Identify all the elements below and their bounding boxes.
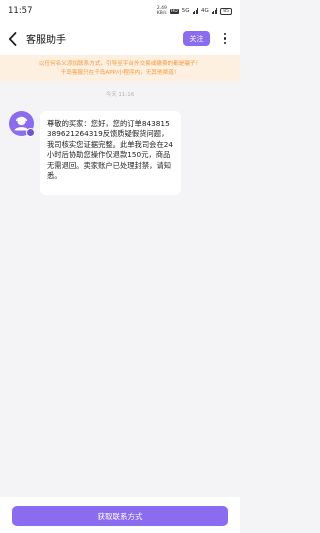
back-arrow-icon[interactable] [8,31,22,47]
signal-4g-label: 4G [201,8,209,14]
battery-icon: 85 [220,7,232,15]
signal-4g-icon [211,8,218,14]
message-bubble: 尊敬的买家：您好，您的订单843815389621264319反馈质疑假货问题，… [40,111,181,195]
message-timestamp: 今天 11:16 [105,92,135,98]
get-contact-button[interactable]: 获取联系方式 [12,506,228,526]
status-icons: 2.49 KB/s HD 5G 4G 85 [157,6,232,16]
status-time: 11:57 [8,6,33,16]
header: 客服助手 关注 [0,22,240,55]
signal-5g-label: 5G [181,8,190,14]
hd-icon: HD [169,8,179,14]
network-speed: 2.49 KB/s [157,6,167,16]
verified-badge-icon [26,128,35,137]
page-title: 客服助手 [26,35,66,46]
warning-line-2: 千岛客服只在千岛APP/小程序内，无其他渠道！ [60,70,180,76]
scam-warning-banner: 以任何名义添加联系方式，引导至平台外交易或缴费的都是骗子！ 千岛客服只在千岛AP… [0,55,240,81]
warning-line-1: 以任何名义添加联系方式，引导至平台外交易或缴费的都是骗子！ [38,61,202,67]
follow-button[interactable]: 关注 [183,31,210,46]
network-speed-unit: KB/s [156,11,167,16]
signal-5g-icon [192,8,198,14]
status-bar: 11:57 2.49 KB/s HD 5G 4G 85 [0,0,240,22]
avatar [9,111,35,137]
more-menu-icon[interactable] [218,31,232,47]
